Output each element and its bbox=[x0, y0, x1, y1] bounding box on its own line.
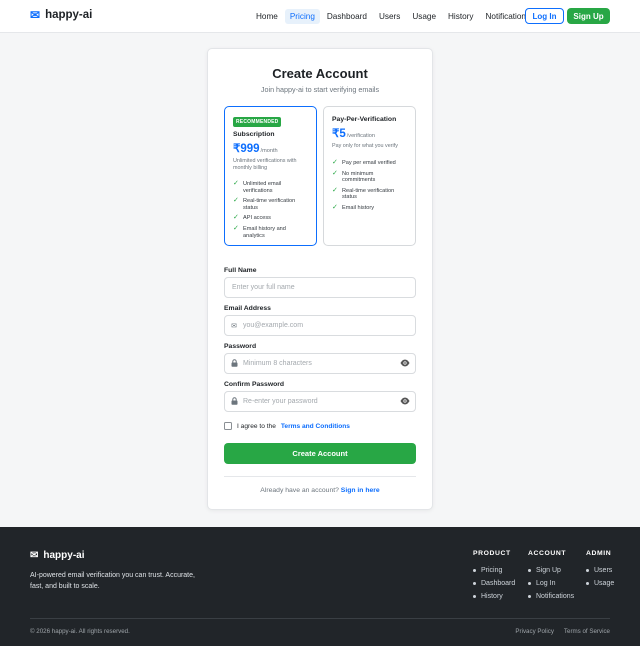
feature-item: ✓ Unlimited email verifications bbox=[233, 180, 282, 194]
check-icon: ✓ bbox=[332, 159, 338, 166]
footer-column-admin: ADMIN Users Usage bbox=[586, 550, 614, 590]
nav-users[interactable]: Users bbox=[374, 9, 405, 24]
check-icon: ✓ bbox=[332, 186, 338, 194]
price-amount: ₹5 bbox=[332, 128, 346, 140]
signin-prompt: Already have an account? Sign in here bbox=[260, 487, 380, 494]
footer-link-signup[interactable]: Sign Up bbox=[528, 564, 574, 577]
footer-link-pricing[interactable]: Pricing bbox=[473, 564, 515, 577]
password-label: Password bbox=[224, 343, 257, 350]
plan-name: Subscription bbox=[233, 131, 275, 138]
check-icon: ✓ bbox=[233, 180, 239, 187]
recommended-badge: RECOMMENDED bbox=[233, 117, 282, 127]
confirm-password-placeholder: Re-enter your password bbox=[243, 398, 318, 405]
signup-button[interactable]: Sign Up bbox=[567, 8, 610, 24]
footer-link-login[interactable]: Log In bbox=[528, 577, 574, 590]
terms-link[interactable]: Terms and Conditions bbox=[281, 423, 350, 430]
footer-link-usage[interactable]: Usage bbox=[586, 577, 614, 590]
feature-item: ✓ Real-time verification status bbox=[332, 186, 395, 201]
plan-name: Pay-Per-Verification bbox=[332, 116, 397, 123]
footer-column-title: ACCOUNT bbox=[528, 550, 567, 557]
price-period: /month bbox=[260, 148, 278, 154]
plan-features: ✓ Unlimited email verifications ✓ Real-tim… bbox=[233, 180, 308, 239]
envelope-icon: ✉ bbox=[30, 550, 39, 561]
create-account-card: Create Account Join happy-ai to start ve… bbox=[207, 48, 433, 510]
plan-description: Unlimited verifications with monthly bil… bbox=[233, 158, 297, 171]
footer-link-dashboard[interactable]: Dashboard bbox=[473, 577, 515, 590]
plan-card-pay-per-verification[interactable]: Pay-Per-Verification ₹5 /verification Pa… bbox=[323, 106, 416, 246]
create-account-button[interactable]: Create Account bbox=[224, 443, 416, 464]
feature-item: ✓ Email history and analytics bbox=[233, 224, 286, 239]
feature-item: ✓ No minimum commitments bbox=[332, 169, 376, 184]
price-amount: ₹999 bbox=[233, 143, 260, 155]
plan-features: ✓ Pay per email verified ✓ No minimum comm… bbox=[332, 159, 407, 212]
footer-tagline: AI-powered email verification you can tr… bbox=[30, 572, 195, 590]
copyright: © 2026 happy-ai. All rights reserved. bbox=[30, 628, 130, 635]
footer-link-notifications[interactable]: Notifications bbox=[528, 590, 574, 603]
feature-item: ✓ Email history bbox=[332, 203, 375, 211]
check-icon: ✓ bbox=[233, 224, 239, 232]
agree-text: I agree to the bbox=[237, 422, 276, 430]
top-navbar: ✉ happy-ai Home Pricing Dashboard Users … bbox=[0, 0, 640, 33]
check-icon: ✓ bbox=[332, 169, 338, 177]
nav-pricing[interactable]: Pricing bbox=[284, 9, 320, 24]
nav-dashboard[interactable]: Dashboard bbox=[322, 9, 372, 24]
footer-column-title: PRODUCT bbox=[473, 550, 511, 557]
login-button[interactable]: Log In bbox=[525, 8, 564, 24]
lock-icon bbox=[225, 358, 243, 369]
divider bbox=[224, 476, 416, 477]
page-title: Create Account bbox=[272, 66, 368, 81]
terms-of-service-link[interactable]: Terms of Service bbox=[564, 628, 610, 635]
full-name-label: Full Name bbox=[224, 267, 257, 274]
email-input[interactable]: ✉ you@example.com bbox=[224, 315, 416, 336]
main-nav: Home Pricing Dashboard Users Usage Histo… bbox=[251, 9, 535, 24]
footer-column-product: PRODUCT Pricing Dashboard History bbox=[473, 550, 515, 603]
plan-price: ₹5 /verification bbox=[332, 126, 407, 140]
password-input[interactable]: Minimum 8 characters bbox=[224, 353, 416, 374]
price-period: /verification bbox=[346, 133, 376, 139]
password-placeholder: Minimum 8 characters bbox=[243, 360, 312, 367]
feature-item: ✓ Real-time verification status bbox=[233, 197, 296, 211]
full-name-placeholder: Enter your full name bbox=[232, 284, 295, 291]
eye-icon[interactable] bbox=[400, 359, 410, 370]
privacy-policy-link[interactable]: Privacy Policy bbox=[515, 628, 554, 635]
brand-name: happy-ai bbox=[45, 9, 93, 21]
email-placeholder: you@example.com bbox=[243, 322, 304, 329]
plan-price: ₹999 /month bbox=[233, 141, 308, 155]
signin-link[interactable]: Sign in here bbox=[341, 487, 380, 494]
page-subtitle: Join happy-ai to start verifying emails bbox=[260, 85, 380, 94]
lock-icon bbox=[225, 396, 243, 407]
envelope-icon: ✉ bbox=[231, 322, 237, 330]
plan-card-subscription[interactable]: RECOMMENDED Subscription ₹999 /month Unl… bbox=[224, 106, 317, 246]
confirm-password-input[interactable]: Re-enter your password bbox=[224, 391, 416, 412]
nav-usage[interactable]: Usage bbox=[407, 9, 441, 24]
footer-column-account: ACCOUNT Sign Up Log In Notifications bbox=[528, 550, 574, 603]
terms-agreement: I agree to the Terms and Conditions bbox=[224, 422, 350, 430]
plan-description: Pay only for what you verify bbox=[332, 143, 398, 149]
check-icon: ✓ bbox=[233, 197, 239, 205]
nav-history[interactable]: History bbox=[443, 9, 478, 24]
footer-link-users[interactable]: Users bbox=[586, 564, 614, 577]
footer-brand: ✉ happy-ai bbox=[30, 550, 85, 561]
confirm-password-label: Confirm Password bbox=[224, 381, 285, 388]
eye-icon[interactable] bbox=[400, 397, 410, 408]
feature-item: ✓ API access bbox=[233, 214, 271, 222]
full-name-input[interactable]: Enter your full name bbox=[224, 277, 416, 298]
brand-logo[interactable]: ✉ happy-ai bbox=[30, 9, 92, 21]
legal-links: Privacy Policy Terms of Service bbox=[515, 628, 610, 635]
email-label: Email Address bbox=[224, 305, 271, 312]
check-icon: ✓ bbox=[233, 214, 239, 222]
terms-checkbox[interactable] bbox=[224, 422, 232, 430]
nav-home[interactable]: Home bbox=[251, 9, 283, 24]
envelope-icon: ✉ bbox=[30, 8, 41, 22]
footer-link-history[interactable]: History bbox=[473, 590, 515, 603]
site-footer: ✉ happy-ai AI-powered email verification… bbox=[0, 527, 640, 646]
footer-divider bbox=[30, 618, 610, 619]
check-icon: ✓ bbox=[332, 203, 338, 211]
footer-column-title: ADMIN bbox=[586, 550, 612, 557]
feature-item: ✓ Pay per email verified bbox=[332, 159, 396, 166]
